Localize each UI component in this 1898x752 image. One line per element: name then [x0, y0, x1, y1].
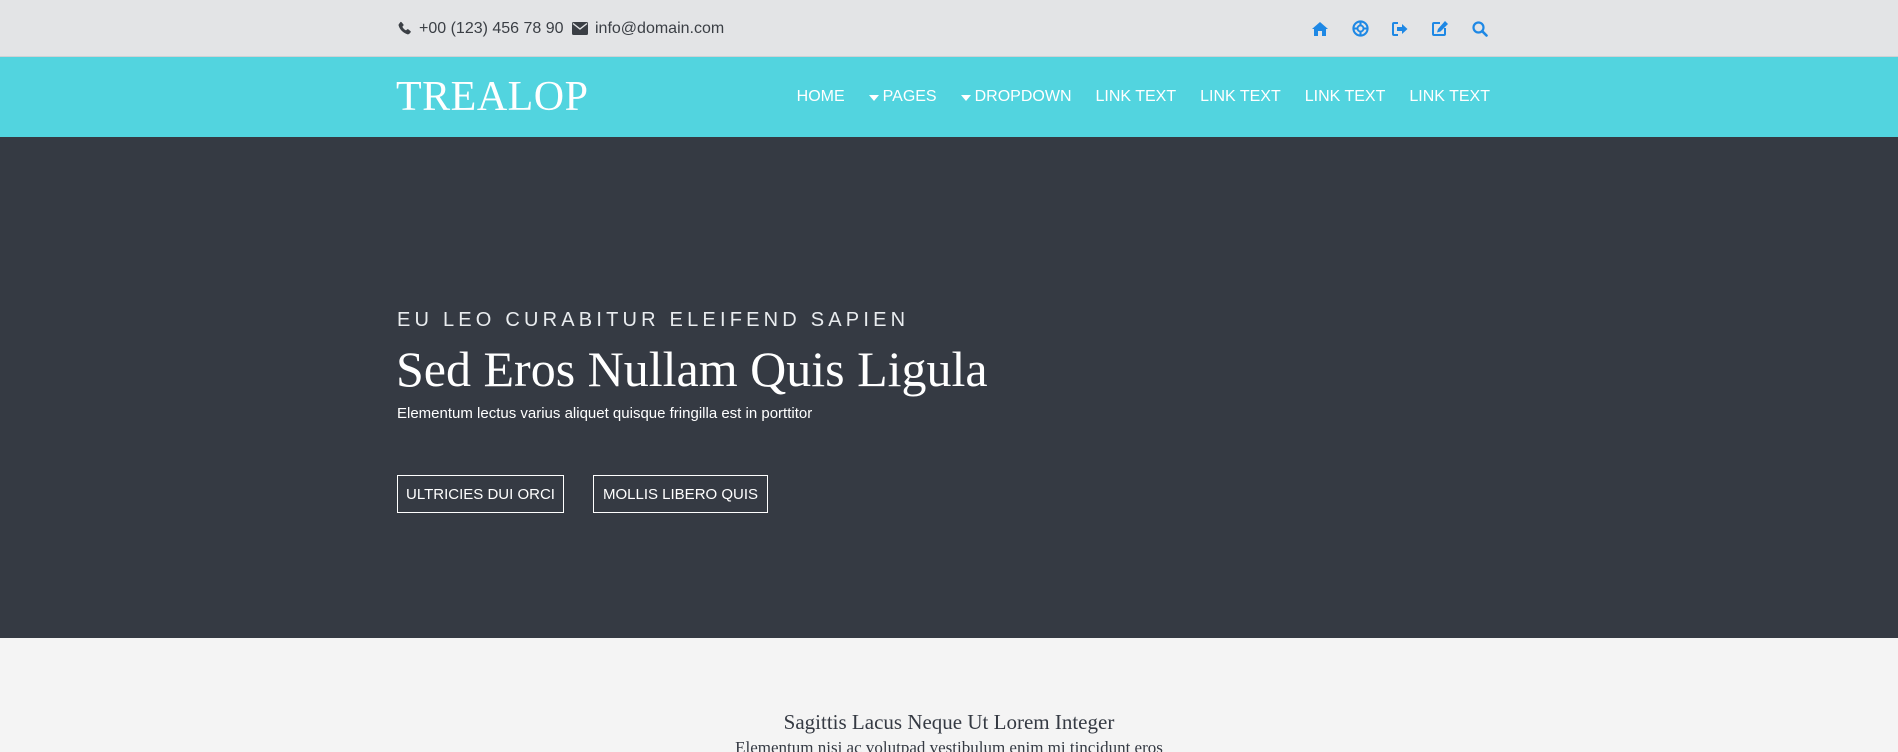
nav-item-link-4[interactable]: LINK TEXT: [1409, 88, 1490, 106]
main-navbar: TREALOP HOME PAGES DROPDOWN LINK TEXT LI…: [0, 57, 1898, 137]
brand-logo[interactable]: TREALOP: [396, 75, 589, 119]
phone-text: +00 (123) 456 78 90: [419, 19, 564, 37]
hero-title: Sed Eros Nullam Quis Ligula: [396, 341, 988, 397]
phone-icon: [398, 21, 411, 35]
nav-item-label: LINK TEXT: [1304, 88, 1386, 105]
search-icon[interactable]: [1460, 17, 1500, 41]
nav-item-link-3[interactable]: LINK TEXT: [1305, 88, 1386, 106]
nav-item-dropdown[interactable]: DROPDOWN: [960, 88, 1072, 106]
section-subtitle: Elementum nisi ac volutpad vestibulum en…: [735, 738, 1163, 752]
hero-eyebrow: EU LEO CURABITUR ELEIFEND SAPIEN: [397, 309, 910, 331]
nav-item-label: HOME: [796, 88, 845, 105]
nav-item-pages[interactable]: PAGES: [868, 88, 937, 106]
hero-section: EU LEO CURABITUR ELEIFEND SAPIEN Sed Ero…: [0, 137, 1898, 638]
caret-down-icon: [960, 95, 971, 101]
sign-out-icon[interactable]: [1380, 17, 1420, 41]
nav-item-label: PAGES: [882, 88, 937, 105]
nav-item-label: DROPDOWN: [974, 88, 1072, 105]
section-title: Sagittis Lacus Neque Ut Lorem Integer: [783, 710, 1115, 734]
email-text[interactable]: info@domain.com: [595, 20, 724, 38]
nav-item-label: LINK TEXT: [1409, 88, 1490, 105]
nav-item-link-2[interactable]: LINK TEXT: [1200, 88, 1281, 106]
edit-icon[interactable]: [1420, 17, 1460, 41]
nav-item-home[interactable]: HOME: [797, 88, 845, 106]
home-icon[interactable]: [1300, 17, 1340, 41]
nav-item-link-1[interactable]: LINK TEXT: [1096, 88, 1177, 106]
envelope-icon: [572, 22, 588, 35]
intro-section: Sagittis Lacus Neque Ut Lorem Integer El…: [0, 638, 1898, 752]
nav-menu: HOME PAGES DROPDOWN LINK TEXT LINK TEXT …: [773, 57, 1490, 137]
nav-item-label: LINK TEXT: [1200, 88, 1281, 105]
contact-email: info@domain.com: [572, 0, 724, 57]
top-icon-group: [1300, 0, 1500, 57]
lifebuoy-icon[interactable]: [1340, 17, 1380, 41]
hero-primary-button[interactable]: ULTRICIES DUI ORCI: [397, 475, 564, 513]
hero-secondary-button[interactable]: MOLLIS LIBERO QUIS: [593, 475, 768, 513]
nav-item-label: LINK TEXT: [1095, 88, 1177, 105]
top-bar: +00 (123) 456 78 90 info@domain.com: [0, 0, 1898, 57]
hero-subtitle: Elementum lectus varius aliquet quisque …: [397, 405, 813, 422]
caret-down-icon: [868, 95, 879, 101]
contact-phone: +00 (123) 456 78 90: [397, 0, 564, 57]
